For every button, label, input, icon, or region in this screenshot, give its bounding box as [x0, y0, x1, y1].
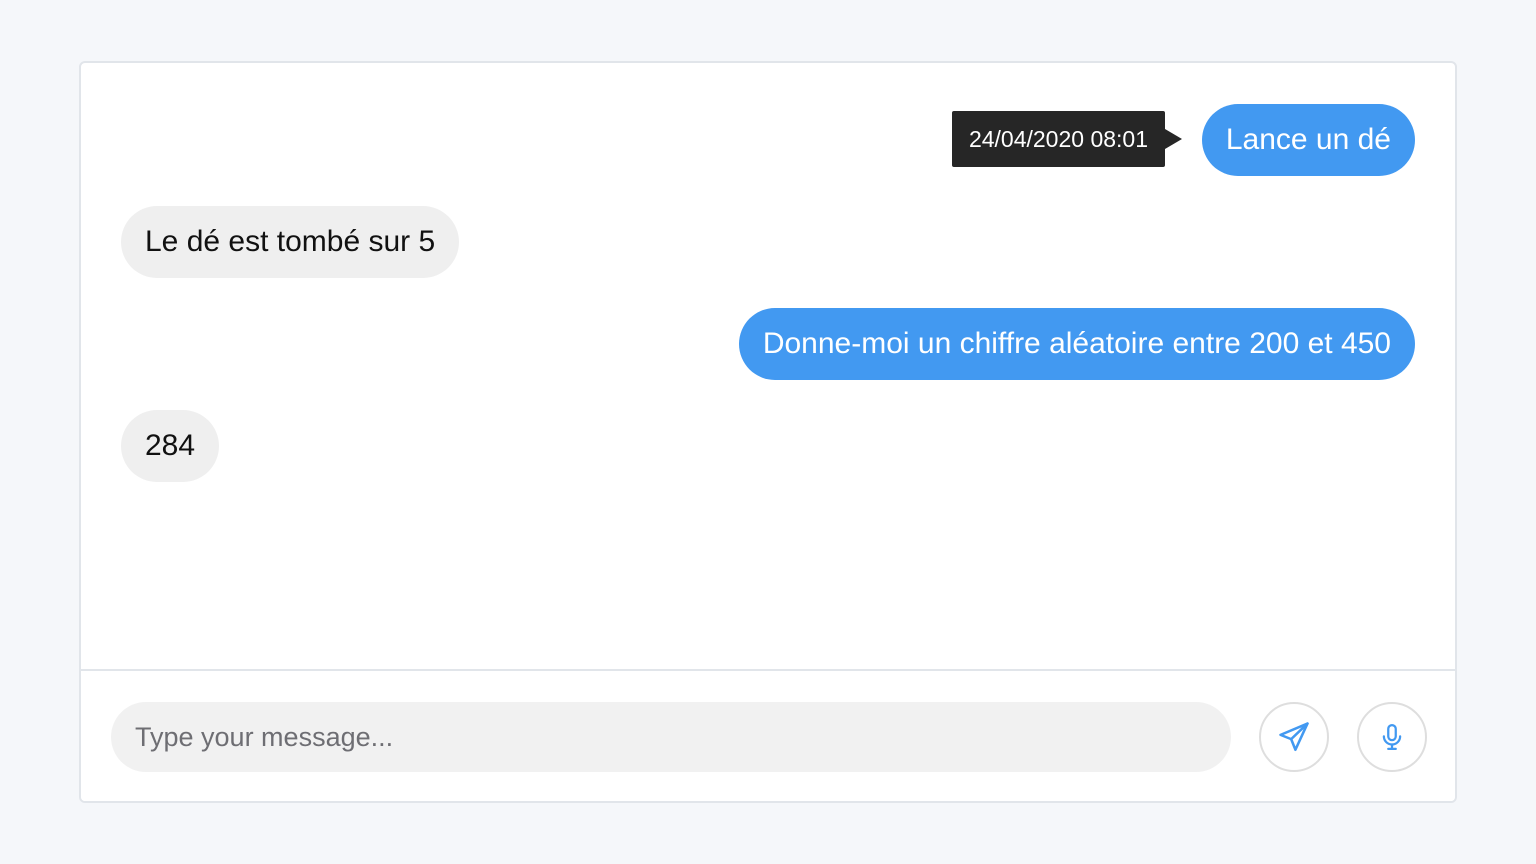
microphone-button[interactable] — [1357, 702, 1427, 772]
microphone-icon — [1377, 721, 1407, 753]
message-list: 24/04/2020 08:01 Lance un dé Le dé est t… — [81, 63, 1455, 671]
bot-message-bubble[interactable]: 284 — [121, 410, 220, 482]
send-button[interactable] — [1259, 702, 1329, 772]
chat-window: 24/04/2020 08:01 Lance un dé Le dé est t… — [79, 61, 1457, 803]
timestamp-tooltip: 24/04/2020 08:01 — [951, 111, 1183, 167]
user-message-bubble[interactable]: Donne-moi un chiffre aléatoire entre 200… — [738, 308, 1415, 380]
message-input[interactable] — [111, 702, 1231, 772]
message-composer — [81, 669, 1455, 801]
bot-message-bubble[interactable]: Le dé est tombé sur 5 — [121, 206, 460, 278]
user-message-bubble[interactable]: Lance un dé — [1201, 104, 1415, 176]
send-paper-plane-icon — [1277, 720, 1311, 754]
